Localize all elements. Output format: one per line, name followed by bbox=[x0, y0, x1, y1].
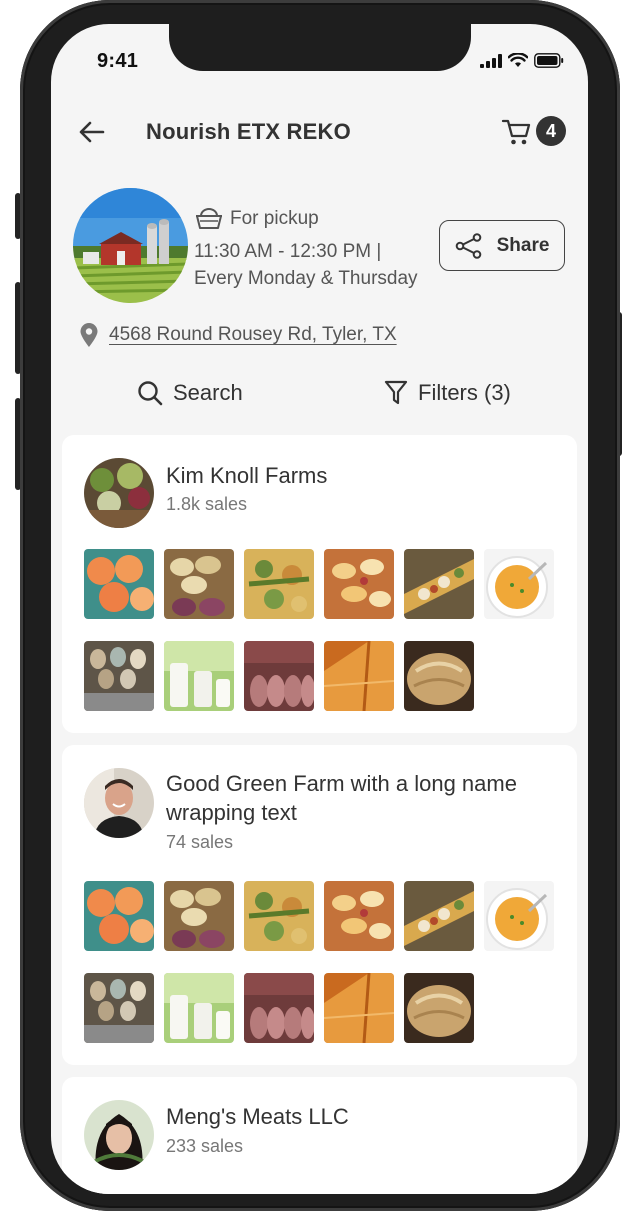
address-row: 4568 Round Rousey Rd, Tyler, TX bbox=[79, 322, 397, 348]
product-thumb-bread[interactable] bbox=[404, 641, 474, 711]
product-thumb-vegetable-tart[interactable] bbox=[244, 881, 314, 951]
search-icon bbox=[138, 381, 163, 406]
status-icons bbox=[480, 53, 564, 68]
pickup-time-range: 11:30 AM - 12:30 PM | bbox=[194, 241, 382, 262]
pickup-basket-icon bbox=[196, 208, 222, 229]
product-thumb-peach-tart[interactable] bbox=[324, 549, 394, 619]
vendor-card-kim-knoll-farms[interactable]: Kim Knoll Farms 1.8k sales bbox=[62, 435, 577, 733]
cart-icon bbox=[501, 119, 531, 145]
cart-button[interactable]: 4 bbox=[501, 116, 573, 150]
location-pin-icon bbox=[80, 323, 98, 347]
vendor-sales: 74 sales bbox=[166, 832, 234, 852]
vendor-card-good-green-farm[interactable]: Good Green Farm with a long name wrappin… bbox=[62, 745, 577, 1065]
share-label: Share bbox=[496, 234, 550, 256]
notch bbox=[169, 24, 471, 71]
share-icon bbox=[455, 232, 481, 259]
product-thumb-eggs[interactable] bbox=[84, 641, 154, 711]
arrow-left-icon bbox=[79, 121, 105, 143]
pickup-days: Every Monday & Thursday bbox=[194, 268, 418, 289]
product-thumb-peaches[interactable] bbox=[84, 549, 154, 619]
filters-label: Filters (3) bbox=[418, 380, 511, 405]
product-thumb-milk[interactable] bbox=[164, 973, 234, 1043]
vendor-avatar bbox=[84, 768, 154, 838]
product-thumb-cheese[interactable] bbox=[324, 973, 394, 1043]
wifi-icon bbox=[508, 53, 528, 67]
product-thumb-eggs[interactable] bbox=[84, 973, 154, 1043]
pickup-schedule: 11:30 AM - 12:30 PM | Every Monday & Thu… bbox=[194, 238, 418, 292]
product-thumb-bread[interactable] bbox=[404, 973, 474, 1043]
product-thumb-squash-soup[interactable] bbox=[484, 549, 554, 619]
product-thumb-tacos[interactable] bbox=[404, 549, 474, 619]
product-thumb-vegetable-tart[interactable] bbox=[244, 549, 314, 619]
product-grid bbox=[84, 549, 564, 711]
address-link[interactable]: 4568 Round Rousey Rd, Tyler, TX bbox=[109, 324, 397, 346]
product-thumb-squash-soup[interactable] bbox=[484, 881, 554, 951]
pickup-label: For pickup bbox=[230, 208, 319, 229]
vendor-sales: 233 sales bbox=[166, 1136, 244, 1156]
vendor-avatar bbox=[84, 1100, 154, 1170]
app-screen: 9:41 Nourish ETX REKO 4 For pickup 11:30… bbox=[51, 24, 588, 1194]
page-title: Nourish ETX REKO bbox=[146, 119, 351, 144]
battery-icon bbox=[534, 53, 564, 68]
product-thumb-sausages[interactable] bbox=[244, 973, 314, 1043]
product-thumb-peach-tart[interactable] bbox=[324, 881, 394, 951]
product-thumb-milk[interactable] bbox=[164, 641, 234, 711]
product-thumb-sausages[interactable] bbox=[244, 641, 314, 711]
vendor-card-mengs-meats[interactable]: Meng's Meats LLC 233 sales bbox=[62, 1077, 577, 1194]
signal-icon bbox=[480, 53, 502, 68]
vendor-name[interactable]: Good Green Farm with a long name wrappin… bbox=[166, 769, 566, 827]
search-button[interactable]: Search bbox=[137, 380, 243, 406]
product-thumb-potatoes[interactable] bbox=[164, 881, 234, 951]
product-thumb-tacos[interactable] bbox=[404, 881, 474, 951]
cart-count-badge: 4 bbox=[536, 116, 566, 146]
back-button[interactable] bbox=[77, 117, 107, 147]
status-time: 9:41 bbox=[97, 50, 139, 72]
product-thumb-cheese[interactable] bbox=[324, 641, 394, 711]
vendor-name[interactable]: Meng's Meats LLC bbox=[166, 1102, 566, 1131]
vendor-sales: 1.8k sales bbox=[166, 494, 248, 514]
product-thumb-peaches[interactable] bbox=[84, 881, 154, 951]
pickup-row: For pickup bbox=[194, 208, 319, 230]
product-thumb-potatoes[interactable] bbox=[164, 549, 234, 619]
vendor-name[interactable]: Kim Knoll Farms bbox=[166, 461, 566, 490]
vendor-avatar bbox=[84, 458, 154, 528]
search-label: Search bbox=[173, 380, 243, 405]
market-photo bbox=[73, 188, 188, 303]
share-button[interactable]: Share bbox=[439, 220, 565, 271]
filter-funnel-icon bbox=[384, 380, 408, 405]
product-grid bbox=[84, 881, 564, 1043]
filters-button[interactable]: Filters (3) bbox=[384, 380, 511, 406]
